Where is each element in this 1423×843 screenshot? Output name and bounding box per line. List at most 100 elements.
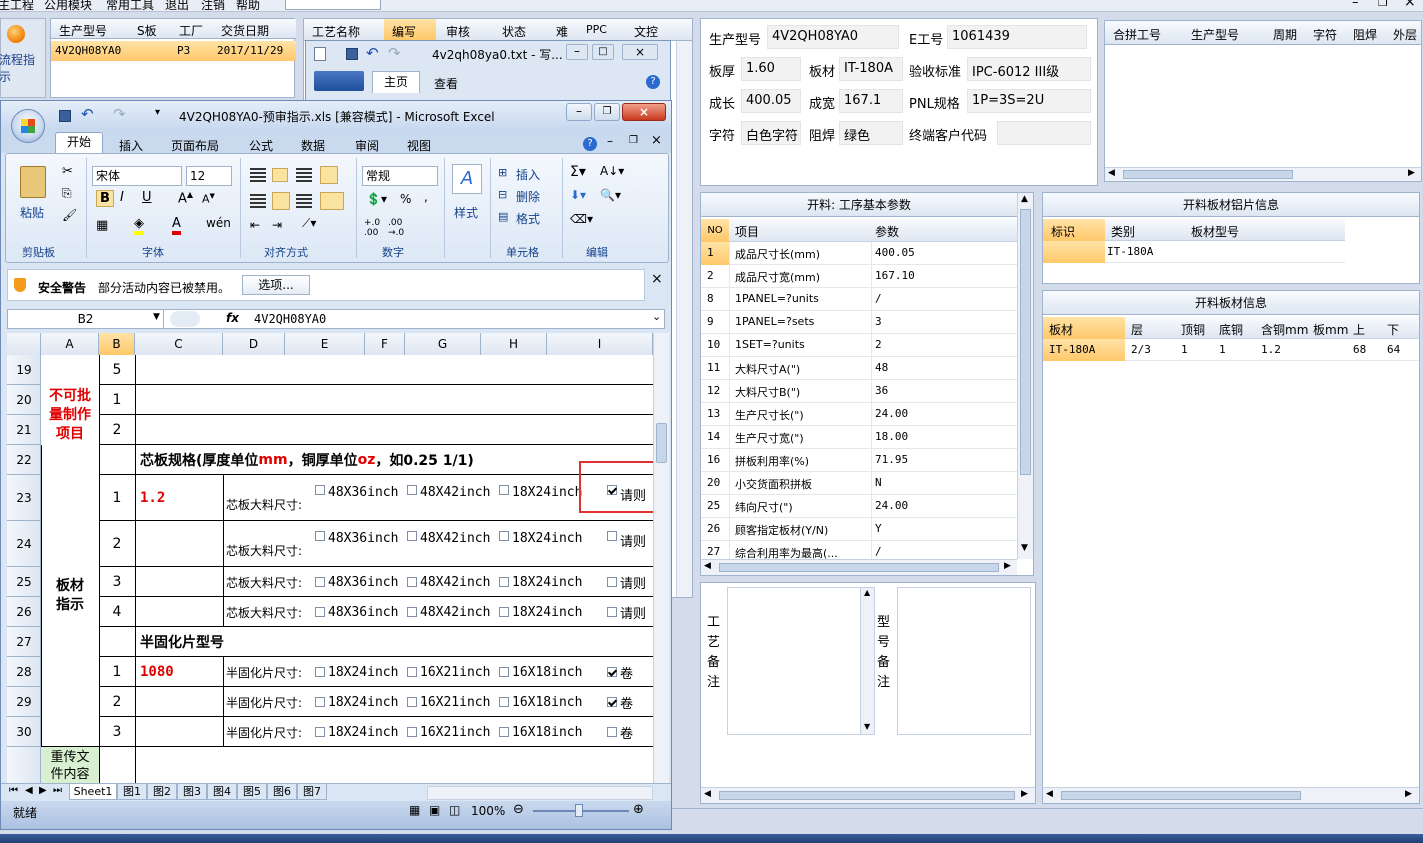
process-notes-input[interactable]: ▲ ▼ <box>727 587 875 735</box>
cell-b[interactable]: 2 <box>99 521 135 567</box>
info-value[interactable]: 1P=3S=2U <box>967 89 1091 113</box>
save-icon[interactable] <box>346 48 358 60</box>
checkbox-icon[interactable] <box>407 607 417 617</box>
col-header[interactable]: 板mm <box>1313 321 1348 338</box>
number-format-select[interactable]: 常规 <box>362 166 438 186</box>
row-header[interactable]: 30 <box>7 717 41 747</box>
col-header[interactable]: PPC <box>586 23 607 36</box>
grow-font-icon[interactable]: A▲ <box>178 190 193 206</box>
checkbox-icon[interactable] <box>315 607 325 617</box>
select-all[interactable] <box>7 333 41 355</box>
scroll-up-icon[interactable]: ▲ <box>864 588 870 597</box>
size-option[interactable]: 48X42inch <box>405 597 497 627</box>
col-header[interactable]: 底铜 <box>1219 321 1243 338</box>
col-header[interactable]: 板材型号 <box>1191 223 1239 240</box>
tab-insert[interactable]: 插入 <box>119 137 143 154</box>
format-painter-icon[interactable]: 🖌 <box>62 208 77 222</box>
row-header[interactable]: 24 <box>7 521 41 567</box>
sheet-tab[interactable]: 图4 <box>207 784 237 800</box>
last-option[interactable]: 请则 <box>605 521 653 567</box>
row-header[interactable]: 27 <box>7 627 41 657</box>
tab-view[interactable]: 视图 <box>407 137 431 154</box>
info-value[interactable]: 167.1 <box>839 89 903 113</box>
shrink-font-icon[interactable]: A▼ <box>202 192 215 206</box>
info-value[interactable]: IT-180A <box>839 57 903 81</box>
ribbon-restore-icon[interactable]: ❐ <box>629 135 638 146</box>
scroll-left-icon[interactable]: ◀ <box>704 789 711 799</box>
col-header[interactable]: 文控 <box>634 23 658 40</box>
last-option[interactable]: 卷 <box>605 657 653 687</box>
board-hscrollbar[interactable]: ◀ ▶ <box>1043 787 1419 803</box>
checkbox-icon[interactable] <box>407 485 417 495</box>
redo-icon[interactable]: ↷ <box>388 44 401 62</box>
prev-sheet-icon[interactable]: ◀ <box>25 785 33 796</box>
font-name-select[interactable]: 宋体 <box>92 166 182 186</box>
checkbox-icon[interactable] <box>499 485 509 495</box>
scroll-up-icon[interactable]: ▲ <box>1021 194 1028 204</box>
row-header[interactable]: 23 <box>7 475 41 521</box>
tab-review[interactable]: 审阅 <box>355 137 379 154</box>
size-option[interactable]: 48X42inch <box>405 475 497 521</box>
align-middle-icon[interactable] <box>272 168 288 182</box>
col-header[interactable]: 阻焊 <box>1353 26 1377 43</box>
params-row[interactable]: 2 成品尺寸宽(mm) 167.10 <box>701 265 1017 288</box>
checkbox-icon[interactable] <box>607 697 617 707</box>
checkbox-icon[interactable] <box>499 667 509 677</box>
prepreg-value[interactable]: 1080 <box>135 657 223 687</box>
align-right-icon[interactable] <box>296 194 312 208</box>
params-hscrollbar[interactable]: ◀ ▶ <box>701 559 1017 575</box>
size-option[interactable]: 48X36inch <box>313 567 405 597</box>
last-option[interactable]: 请则 <box>605 567 653 597</box>
styles-icon[interactable]: A <box>452 164 482 194</box>
notepad-menu-button[interactable] <box>314 71 364 91</box>
col-header[interactable]: 字符 <box>1313 26 1337 43</box>
align-left-icon[interactable] <box>250 194 266 208</box>
italic-icon[interactable]: I <box>120 190 124 205</box>
insert-cells-button[interactable]: 插入 <box>516 166 540 183</box>
cell-b[interactable]: 1 <box>99 385 135 415</box>
size-option[interactable]: 48X36inch <box>313 475 405 521</box>
checkbox-icon[interactable] <box>407 667 417 677</box>
info-value[interactable]: 1061439 <box>947 25 1087 49</box>
checkbox-icon[interactable] <box>407 531 417 541</box>
scroll-down-icon[interactable]: ▼ <box>1021 543 1028 553</box>
view-pagebreak-icon[interactable]: ◫ <box>449 803 460 817</box>
col-header[interactable]: 周期 <box>1273 26 1297 43</box>
cell-b[interactable]: 3 <box>99 567 135 597</box>
menu-item[interactable]: 主工程 <box>0 0 34 11</box>
percent-icon[interactable]: % <box>400 192 411 206</box>
params-row[interactable]: 16 拼板利用率(%) 71.95 <box>701 449 1017 472</box>
col-header[interactable]: 上 <box>1353 321 1365 338</box>
col-header[interactable]: 状态 <box>502 23 526 40</box>
sheet-tab[interactable]: 图6 <box>267 784 297 800</box>
params-row[interactable]: 9 1PANEL=?sets 3 <box>701 311 1017 334</box>
tab-home[interactable]: 主页 <box>372 71 420 93</box>
fill-color-icon[interactable]: ◈ <box>134 216 144 235</box>
phonetic-icon[interactable]: wén <box>206 216 231 230</box>
size-option[interactable]: 16X21inch <box>405 657 497 687</box>
col-header[interactable]: 交货日期 <box>221 22 269 39</box>
scroll-right-icon[interactable]: ▶ <box>1004 561 1011 571</box>
cell-b[interactable]: 2 <box>99 415 135 445</box>
excel-restore[interactable]: ❐ <box>594 103 620 121</box>
menu-item[interactable]: 帮助 <box>236 0 260 11</box>
autosum-icon[interactable]: Σ▾ <box>570 164 586 180</box>
scroll-right-icon[interactable]: ▶ <box>1408 168 1415 178</box>
undo-icon[interactable]: ↶ <box>366 44 379 62</box>
first-sheet-icon[interactable]: ⏮ <box>9 785 18 796</box>
comma-icon[interactable]: , <box>424 190 428 204</box>
checkbox-icon[interactable] <box>315 697 325 707</box>
checkbox-icon[interactable] <box>499 531 509 541</box>
cut-icon[interactable]: ✂ <box>62 164 73 179</box>
sheet-hscrollbar[interactable] <box>427 786 653 800</box>
cell-b[interactable]: 1 <box>99 475 135 521</box>
params-row[interactable]: 25 纬向尺寸(") 24.00 <box>701 495 1017 518</box>
fx-icon[interactable]: fx <box>226 311 239 325</box>
zoom-out-icon[interactable]: ⊖ <box>513 802 524 817</box>
params-row[interactable]: 26 顾客指定板材(Y/N) Y <box>701 518 1017 541</box>
size-option[interactable]: 16X18inch <box>497 687 589 717</box>
security-close-icon[interactable]: × <box>651 271 663 287</box>
menu-item[interactable]: 注销 <box>201 0 225 11</box>
size-option[interactable]: 16X18inch <box>497 657 589 687</box>
scroll-left-icon[interactable]: ◀ <box>1046 789 1053 799</box>
